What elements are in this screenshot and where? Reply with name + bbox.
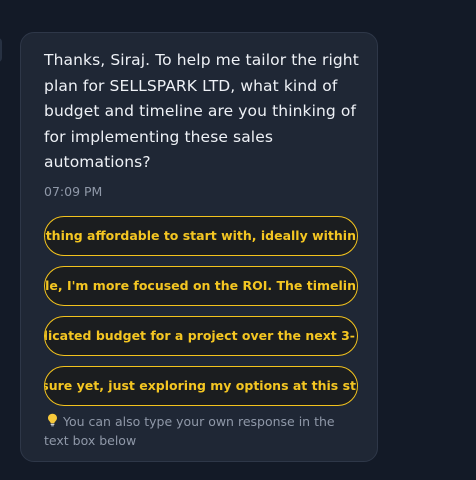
quick-reply-option-3[interactable]: Dedicated budget for a project over the … <box>44 316 358 356</box>
quick-reply-options: Something affordable to start with, idea… <box>44 216 358 416</box>
quick-reply-option-2[interactable]: Flexible, I'm more focused on the ROI. T… <box>44 266 358 306</box>
quick-reply-label: Flexible, I'm more focused on the ROI. T… <box>45 278 356 293</box>
quick-reply-label: Not sure yet, just exploring my options … <box>44 378 356 393</box>
quick-reply-label: Something affordable to start with, idea… <box>45 228 356 243</box>
quick-reply-option-1[interactable]: Something affordable to start with, idea… <box>44 216 358 256</box>
lightbulb-icon <box>44 413 60 432</box>
message-text: Thanks, Siraj. To help me tailor the rig… <box>44 51 359 171</box>
quick-reply-option-4[interactable]: Not sure yet, just exploring my options … <box>44 366 358 406</box>
hint-text: You can also type your own response in t… <box>44 414 335 448</box>
hint-text-block: You can also type your own response in t… <box>44 413 360 450</box>
message-timestamp: 07:09 PM <box>44 184 103 199</box>
previous-message-edge <box>0 38 2 62</box>
quick-reply-label: Dedicated budget for a project over the … <box>44 328 355 343</box>
assistant-message-bubble: Thanks, Siraj. To help me tailor the rig… <box>20 32 378 462</box>
